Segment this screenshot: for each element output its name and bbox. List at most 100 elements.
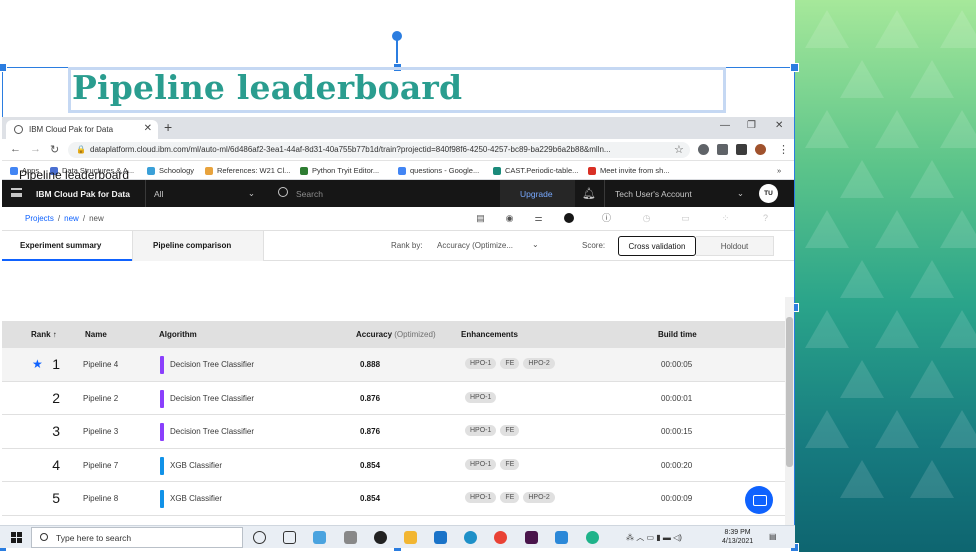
clock-date: 4/13/2021 xyxy=(722,538,754,545)
holdout-toggle[interactable]: Holdout xyxy=(696,236,774,256)
col-enhancements[interactable]: Enhancements xyxy=(461,330,518,339)
menu-icon[interactable]: ⋮ xyxy=(778,143,789,156)
col-algorithm[interactable]: Algorithm xyxy=(159,330,197,339)
notifications-icon[interactable]: ▤ xyxy=(769,532,777,541)
pen-app-icon[interactable] xyxy=(344,531,357,544)
page-scrollbar[interactable] xyxy=(785,297,794,525)
enhancement-chips: HPO-1 FE xyxy=(465,458,520,470)
table-row[interactable]: 5 Pipeline 8 XGB Classifier 0.854 HPO-1 FE HPO… xyxy=(2,482,785,516)
rotate-handle[interactable] xyxy=(392,31,402,41)
info-icon[interactable]: ⓘ xyxy=(601,213,612,224)
hamburger-menu-icon[interactable] xyxy=(11,188,22,197)
url-field[interactable]: 🔒 dataplatform.cloud.ibm.com/ml/auto-ml/… xyxy=(68,142,690,158)
row-pipeline-name[interactable]: Pipeline 8 xyxy=(83,494,118,503)
app-icon[interactable] xyxy=(374,531,387,544)
resize-handle-tl[interactable] xyxy=(0,63,7,72)
slide-title[interactable]: Pipeline leaderboard xyxy=(72,68,462,107)
chat-button[interactable] xyxy=(745,486,773,514)
windows-taskbar: Type here to search ⁂ ︿ ▭ ▮ ▬ ◁) 8:39 PM… xyxy=(0,525,795,548)
chevron-down-icon: ⌄ xyxy=(736,188,744,198)
settings-sliders-icon[interactable]: ⚌ xyxy=(533,213,544,224)
leaderboard-title: Pipeline leaderboard xyxy=(19,168,130,182)
tray-icons[interactable]: ⁂ ︿ ▭ ▮ ▬ ◁) xyxy=(626,532,682,543)
row-pipeline-name[interactable]: Pipeline 7 xyxy=(83,461,118,470)
task-view-icon[interactable] xyxy=(283,531,296,544)
row-pipeline-name[interactable]: Pipeline 2 xyxy=(83,394,118,403)
col-name[interactable]: Name xyxy=(85,330,107,339)
cortana-icon[interactable] xyxy=(253,531,266,544)
bookmarks-overflow-icon[interactable]: » xyxy=(777,166,781,175)
profile-avatar-icon[interactable] xyxy=(755,144,766,155)
bookmark-star-icon[interactable]: ☆ xyxy=(674,143,684,156)
account-switcher[interactable]: Tech User's Account ⌄ xyxy=(604,180,752,207)
scope-dropdown[interactable]: All ⌄ xyxy=(145,180,263,207)
extension-icon[interactable] xyxy=(717,144,728,155)
breadcrumb-projects[interactable]: Projects xyxy=(25,214,54,223)
table-row[interactable]: ★ 1 Pipeline 4 Decision Tree Classifier 0.88… xyxy=(2,348,785,382)
product-name[interactable]: IBM Cloud Pak for Data xyxy=(36,189,130,199)
tab-experiment-summary[interactable]: Experiment summary xyxy=(2,231,132,261)
search-icon xyxy=(278,187,288,197)
row-pipeline-name[interactable]: Pipeline 4 xyxy=(83,360,118,369)
enhancement-tag: HPO-2 xyxy=(523,358,555,369)
tab-pipeline-comparison[interactable]: Pipeline comparison xyxy=(132,231,264,261)
row-accuracy: 0.854 xyxy=(360,460,381,470)
mail-icon[interactable] xyxy=(434,531,447,544)
bookmark-item[interactable]: CAST.Periodic-table... xyxy=(493,166,578,175)
bookmark-item[interactable]: Python Tryit Editor... xyxy=(300,166,379,175)
page-tabs: Experiment summary Pipeline comparison R… xyxy=(2,231,794,261)
upgrade-button[interactable]: Upgrade xyxy=(500,180,575,207)
bookmark-item[interactable]: References: W21 Cl... xyxy=(205,166,290,175)
col-rank[interactable]: Rank ↑ xyxy=(31,330,57,339)
reload-icon[interactable]: ↻ xyxy=(50,143,59,156)
browser-tab-title: IBM Cloud Pak for Data xyxy=(29,125,114,134)
notification-bell-icon[interactable]: 🔔︎ xyxy=(582,187,596,200)
col-accuracy[interactable]: Accuracy (Optimized) xyxy=(356,330,436,339)
back-icon[interactable]: ← xyxy=(10,143,21,155)
bookmark-item[interactable]: questions - Google... xyxy=(398,166,479,175)
app-icon[interactable] xyxy=(313,531,326,544)
rank-by-label: Rank by: xyxy=(391,241,423,250)
rank-by-dropdown[interactable]: Accuracy (Optimize... xyxy=(437,241,513,250)
browser-tab[interactable]: IBM Cloud Pak for Data ✕ xyxy=(6,120,158,139)
table-row[interactable]: 3 Pipeline 3 Decision Tree Classifier 0.876… xyxy=(2,415,785,449)
minimize-icon[interactable]: — xyxy=(720,120,730,131)
save-icon[interactable]: ▤ xyxy=(475,213,486,224)
chevron-down-icon[interactable]: ⌄ xyxy=(532,240,539,249)
bookmark-item[interactable]: Meet invite from sh... xyxy=(588,166,670,175)
bookmark-item[interactable]: Schoology xyxy=(147,166,194,175)
leaderboard-table: Rank ↑ Name Algorithm Accuracy (Optimize… xyxy=(2,321,785,516)
table-row[interactable]: 2 Pipeline 2 Decision Tree Classifier 0.876… xyxy=(2,382,785,415)
breadcrumb-project[interactable]: new xyxy=(64,214,79,223)
app-icon[interactable] xyxy=(555,531,568,544)
windows-start-icon[interactable] xyxy=(11,532,22,543)
row-algorithm: Decision Tree Classifier xyxy=(170,427,255,436)
resize-handle-tr[interactable] xyxy=(790,63,799,72)
view-icon[interactable]: ◉ xyxy=(504,213,515,224)
user-avatar[interactable]: TU xyxy=(759,184,778,203)
restore-icon[interactable]: ❐ xyxy=(747,120,756,131)
run-icon[interactable] xyxy=(564,213,574,223)
row-accuracy: 0.854 xyxy=(360,494,381,503)
chrome-icon[interactable] xyxy=(494,531,507,544)
new-tab-icon[interactable]: + xyxy=(164,119,172,135)
score-label: Score: xyxy=(582,241,606,250)
table-row[interactable]: 4 Pipeline 7 XGB Classifier 0.854 HPO-1 FE 00:… xyxy=(2,449,785,482)
row-algorithm: XGB Classifier xyxy=(170,460,223,470)
close-window-icon[interactable]: ✕ xyxy=(775,120,783,131)
edge-icon[interactable] xyxy=(464,531,477,544)
row-pipeline-name[interactable]: Pipeline 3 xyxy=(83,427,118,436)
slack-icon[interactable] xyxy=(525,531,538,544)
extension-icon[interactable] xyxy=(698,144,709,155)
app-icon[interactable] xyxy=(586,531,599,544)
extension-icon[interactable] xyxy=(736,144,747,155)
scrollbar-thumb[interactable] xyxy=(786,317,793,467)
col-build-time[interactable]: Build time xyxy=(658,330,697,339)
cross-validation-toggle[interactable]: Cross validation xyxy=(618,236,696,256)
system-clock[interactable]: 8:39 PM 4/13/2021 xyxy=(722,528,753,546)
forward-icon[interactable]: → xyxy=(30,143,41,155)
close-tab-icon[interactable]: ✕ xyxy=(144,123,152,134)
file-explorer-icon[interactable] xyxy=(404,531,417,544)
taskbar-search-input[interactable]: Type here to search xyxy=(31,527,243,548)
global-search-input[interactable]: Search xyxy=(270,180,500,207)
